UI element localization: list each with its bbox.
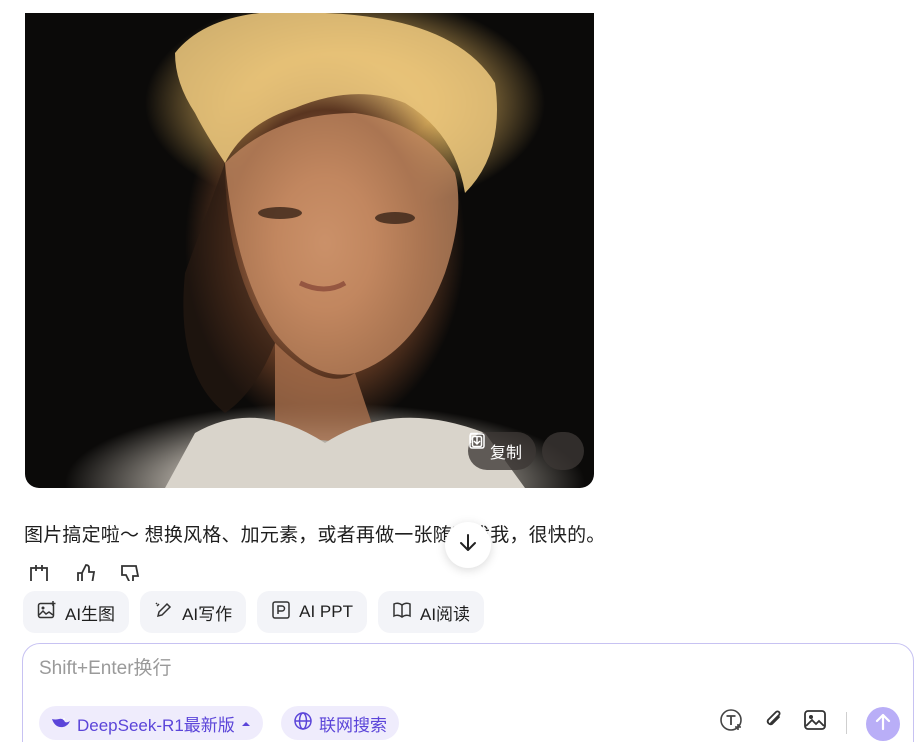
message-input[interactable] <box>39 658 639 680</box>
arrow-down-icon <box>457 532 479 559</box>
thumbs-down-icon[interactable] <box>120 563 142 581</box>
text-format-button[interactable] <box>718 708 746 736</box>
generated-image-card[interactable]: 复制 <box>25 13 594 488</box>
image-icon <box>803 708 827 737</box>
model-label: DeepSeek-R1最新版 <box>77 715 235 735</box>
quick-action-label: AI PPT <box>299 602 353 621</box>
ppt-icon <box>271 600 291 625</box>
send-button[interactable] <box>866 707 900 741</box>
caret-up-icon <box>241 713 251 733</box>
arrow-up-icon <box>873 712 893 737</box>
quick-action-ai-reading[interactable]: AI阅读 <box>377 591 485 633</box>
web-search-label: 联网搜索 <box>319 715 387 735</box>
toolbar-divider <box>846 712 847 734</box>
globe-icon <box>293 711 313 736</box>
download-image-button[interactable] <box>469 432 584 470</box>
message-feedback-bar <box>28 563 142 581</box>
quick-action-ai-image[interactable]: AI生图 <box>23 591 130 633</box>
book-icon <box>392 600 412 625</box>
text-format-icon <box>719 707 745 738</box>
upload-image-button[interactable] <box>801 708 829 736</box>
pen-icon <box>154 600 174 625</box>
copy-message-icon[interactable] <box>28 563 50 581</box>
scroll-to-bottom-button[interactable] <box>445 522 491 568</box>
quick-action-label: AI写作 <box>182 604 233 624</box>
quick-action-label: AI阅读 <box>419 604 471 624</box>
quick-actions-row: AI生图 AI写作 AI PPT AI阅读 <box>23 591 485 633</box>
message-composer: DeepSeek-R1最新版 联网搜索 <box>22 643 914 742</box>
copy-label: 复制 <box>489 445 522 462</box>
assistant-reply-text: 图片搞定啦～ 想换风格、加元素，或者再做一张随时找我，很快的。 <box>24 525 606 546</box>
quick-action-ai-writing[interactable]: AI写作 <box>140 591 247 633</box>
portrait-image <box>165 13 525 488</box>
deepseek-logo-icon <box>51 713 71 734</box>
attach-file-button[interactable] <box>760 708 788 736</box>
image-plus-icon <box>37 600 57 625</box>
quick-action-label: AI生图 <box>65 604 116 624</box>
quick-action-ai-ppt[interactable]: AI PPT <box>257 591 367 633</box>
model-selector[interactable]: DeepSeek-R1最新版 <box>39 706 263 740</box>
paperclip-icon <box>762 708 786 737</box>
web-search-toggle[interactable]: 联网搜索 <box>281 706 399 740</box>
thumbs-up-icon[interactable] <box>74 563 96 581</box>
